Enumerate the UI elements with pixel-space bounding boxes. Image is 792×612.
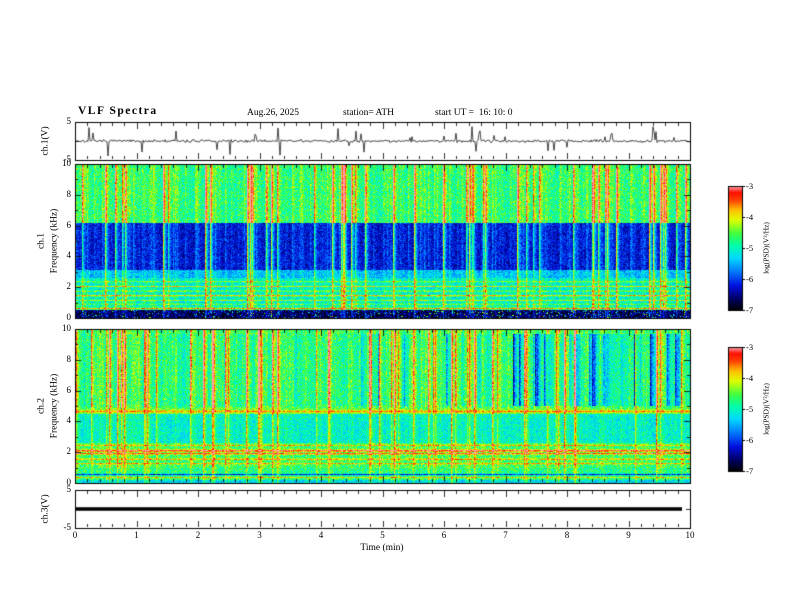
plot-canvas: [0, 0, 792, 612]
y-tick-label: 8: [66, 353, 72, 364]
x-tick-label: 10: [685, 530, 695, 540]
start-ut-label: start UT = 16: 10: 0: [435, 108, 513, 118]
colorbar-tick-label: -6: [746, 434, 754, 445]
y-tick-label: 6: [66, 384, 72, 395]
colorbar-tick-label: -7: [746, 465, 754, 476]
y-label-ch1: ch.1: [36, 232, 47, 250]
x-tick-label: 9: [626, 530, 631, 540]
x-axis-label: Time (min): [360, 543, 404, 553]
y-tick-label: -5: [63, 154, 72, 164]
y-tick-label: 5: [66, 116, 72, 126]
colorbar2-label: log(PSD)(V²/Hz): [761, 383, 771, 435]
colorbar-tick-label: -5: [746, 403, 754, 414]
station-label: station= ATH: [343, 108, 395, 118]
colorbar-tick-label: -5: [746, 242, 754, 253]
y-tick-label: 0: [66, 312, 72, 322]
x-tick-label: 2: [195, 530, 201, 540]
y-tick-label: 4: [66, 415, 72, 426]
date-label: Aug.26, 2025: [247, 108, 299, 118]
y-tick-label: 2: [66, 281, 72, 292]
x-tick-label: 8: [564, 530, 570, 540]
colorbar-tick-label: -3: [746, 180, 754, 191]
y-label-ch2-frequency: Frequency (kHz): [49, 373, 60, 439]
x-tick-label: 4: [318, 530, 324, 540]
colorbar-tick-label: -3: [746, 341, 754, 352]
x-tick-label: 7: [503, 530, 508, 540]
colorbar-tick-label: -6: [746, 273, 754, 284]
colorbar-tick-label: -4: [746, 211, 754, 222]
y-tick-label: -5: [63, 522, 72, 532]
x-tick-label: 5: [380, 530, 385, 540]
y-tick-label: 8: [66, 188, 72, 199]
y-tick-label: 6: [66, 219, 72, 230]
x-tick-label: 0: [72, 530, 78, 540]
y-tick-label: 2: [66, 446, 72, 457]
y-label-ch1-frequency: Frequency (kHz): [49, 208, 60, 274]
y-tick-label: 10: [62, 323, 71, 333]
colorbar-tick-label: -4: [746, 372, 754, 383]
y-tick-label: 4: [66, 250, 72, 261]
figure-title: VLF Spectra: [78, 105, 158, 117]
y-label-ch2: ch.2: [36, 397, 47, 415]
y-label-ch3-volts: ch.3(V): [40, 494, 51, 524]
vlf-spectra-figure: VLF Spectra Aug.26, 2025 station= ATH st…: [0, 0, 792, 612]
x-tick-label: 3: [257, 530, 262, 540]
x-tick-label: 6: [441, 530, 447, 540]
x-tick-label: 1: [134, 530, 139, 540]
y-label-ch1-volts: ch.1(V): [40, 126, 51, 156]
colorbar1-label: log(PSD)(V²/Hz): [761, 222, 771, 274]
y-tick-label: 5: [66, 484, 72, 494]
colorbar-tick-label: -7: [746, 304, 754, 315]
